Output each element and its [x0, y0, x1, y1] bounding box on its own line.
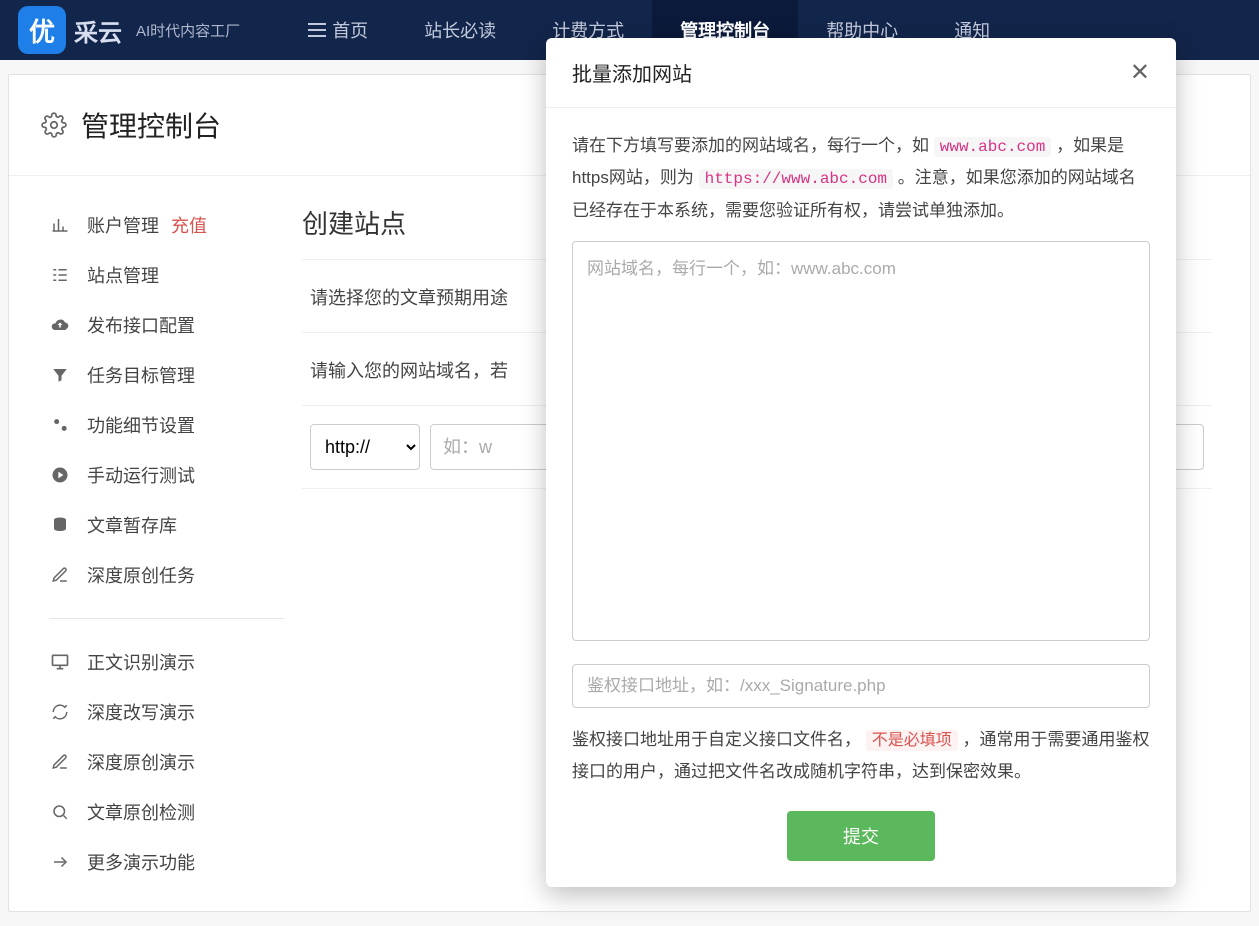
- modal-body: 请在下方填写要添加的网站域名，每行一个，如 www.abc.com ，如果是ht…: [546, 108, 1176, 887]
- menu-icon: [308, 23, 326, 37]
- play-circle-icon: [49, 464, 71, 486]
- sidebar-item-label: 站点管理: [87, 262, 159, 288]
- sidebar-item-label: 深度原创演示: [87, 749, 195, 775]
- sidebar-item-label: 深度改写演示: [87, 699, 195, 725]
- nav-home-label: 首页: [332, 17, 368, 43]
- sidebar-item-label: 功能细节设置: [87, 412, 195, 438]
- nav-webmaster[interactable]: 站长必读: [396, 0, 524, 60]
- edit-icon: [49, 751, 71, 773]
- modal-instruction: 请在下方填写要添加的网站域名，每行一个，如 www.abc.com ，如果是ht…: [572, 130, 1150, 227]
- sidebar-item-deep-demo[interactable]: 深度原创演示: [39, 737, 294, 787]
- nav-home[interactable]: 首页: [280, 0, 396, 60]
- submit-button[interactable]: 提交: [787, 811, 935, 861]
- edit-icon: [49, 564, 71, 586]
- sidebar-item-label: 文章暂存库: [87, 512, 177, 538]
- sidebar-item-label: 账户管理: [87, 212, 159, 238]
- sidebar-item-rewrite[interactable]: 深度改写演示: [39, 687, 294, 737]
- share-icon: [49, 851, 71, 873]
- recharge-badge[interactable]: 充值: [171, 212, 207, 238]
- sidebar-item-account[interactable]: 账户管理 充值: [39, 200, 294, 250]
- sidebar-item-label: 更多演示功能: [87, 849, 195, 875]
- bar-chart-icon: [49, 214, 71, 236]
- sidebar-item-sites[interactable]: 站点管理: [39, 250, 294, 300]
- database-icon: [49, 514, 71, 536]
- sidebar-item-label: 正文识别演示: [87, 649, 195, 675]
- sidebar-item-more[interactable]: 更多演示功能: [39, 837, 294, 887]
- sidebar-item-label: 手动运行测试: [87, 462, 195, 488]
- optional-note: 不是必填项: [866, 730, 958, 751]
- brand[interactable]: 优 采云 AI时代内容工厂: [18, 6, 240, 54]
- domains-textarea[interactable]: [572, 241, 1150, 641]
- protocol-select[interactable]: http://: [310, 424, 420, 470]
- sidebar-item-run[interactable]: 手动运行测试: [39, 450, 294, 500]
- sidebar-item-label: 任务目标管理: [87, 362, 195, 388]
- sidebar-item-label: 发布接口配置: [87, 312, 195, 338]
- modal-title: 批量添加网站: [572, 58, 692, 87]
- cloud-upload-icon: [49, 314, 71, 336]
- monitor-icon: [49, 651, 71, 673]
- refresh-icon: [49, 701, 71, 723]
- sidebar-item-check[interactable]: 文章原创检测: [39, 787, 294, 837]
- sidebar-divider: [49, 618, 284, 619]
- sidebar-item-tasks[interactable]: 任务目标管理: [39, 350, 294, 400]
- sidebar-item-deep[interactable]: 深度原创任务: [39, 550, 294, 600]
- sidebar-item-settings[interactable]: 功能细节设置: [39, 400, 294, 450]
- gear-icon: [41, 112, 67, 138]
- sidebar-item-text-detect[interactable]: 正文识别演示: [39, 637, 294, 687]
- search-icon: [49, 801, 71, 823]
- filter-icon: [49, 364, 71, 386]
- sidebar-item-label: 文章原创检测: [87, 799, 195, 825]
- brand-sub: AI时代内容工厂: [136, 20, 240, 41]
- example-code-2: https://www.abc.com: [699, 169, 893, 189]
- sidebar-item-storage[interactable]: 文章暂存库: [39, 500, 294, 550]
- brand-cn: 采云: [74, 13, 122, 48]
- sidebar: 账户管理 充值 站点管理 发布接口配置 任务目标管理 功能细节设置: [39, 196, 294, 891]
- brand-mark: 优: [18, 6, 66, 54]
- sidebar-item-publish[interactable]: 发布接口配置: [39, 300, 294, 350]
- batch-add-modal: 批量添加网站 ✕ 请在下方填写要添加的网站域名，每行一个，如 www.abc.c…: [546, 38, 1176, 887]
- close-icon[interactable]: ✕: [1130, 61, 1150, 85]
- cogs-icon: [49, 414, 71, 436]
- sidebar-item-label: 深度原创任务: [87, 562, 195, 588]
- list-icon: [49, 264, 71, 286]
- page-title: 管理控制台: [81, 105, 221, 145]
- example-code-1: www.abc.com: [934, 137, 1052, 157]
- auth-description: 鉴权接口地址用于自定义接口文件名， 不是必填项 ，通常用于需要通用鉴权接口的用户…: [572, 724, 1150, 789]
- modal-header: 批量添加网站 ✕: [546, 38, 1176, 108]
- auth-input[interactable]: [572, 664, 1150, 708]
